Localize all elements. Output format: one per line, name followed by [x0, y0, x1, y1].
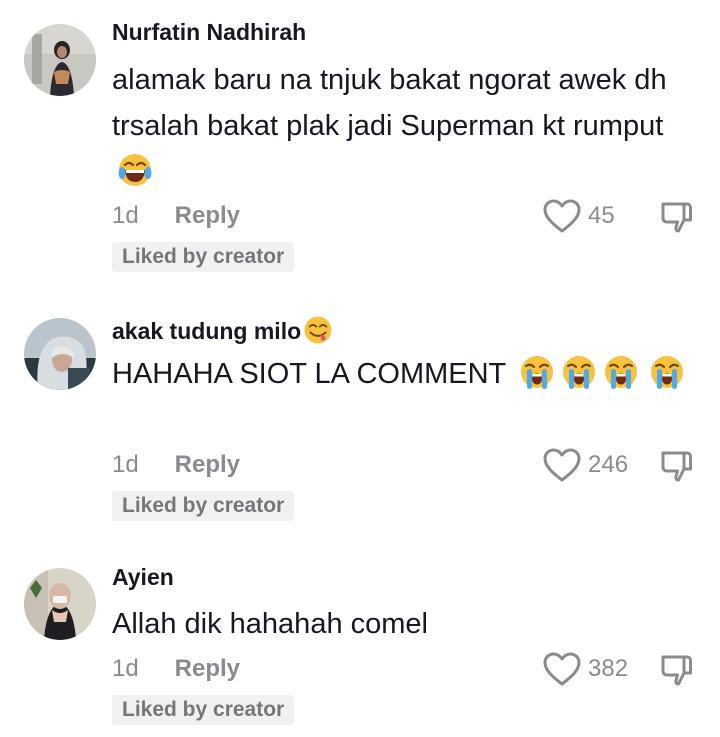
comment-text: HAHAHA SIOT LA COMMENT — [112, 351, 687, 397]
like-button[interactable]: 45 — [542, 198, 615, 234]
like-button[interactable]: 382 — [542, 651, 628, 687]
avatar[interactable] — [24, 318, 96, 390]
heart-outline-icon — [542, 198, 582, 234]
like-button[interactable]: 246 — [542, 447, 628, 483]
dislike-button[interactable] — [658, 651, 696, 689]
comment-time: 1d — [112, 655, 139, 682]
dislike-button[interactable] — [658, 447, 696, 485]
liked-by-creator-badge: Liked by creator — [112, 491, 295, 521]
heart-outline-icon — [542, 447, 582, 483]
comment-time: 1d — [112, 451, 139, 478]
thumbs-down-outline-icon — [658, 447, 696, 485]
avatar[interactable] — [24, 568, 96, 640]
loudly-crying-face-icon — [518, 353, 556, 391]
comment-text: Allah dik hahahah comel — [112, 608, 428, 640]
like-count: 246 — [588, 451, 629, 478]
avatar[interactable] — [24, 24, 96, 96]
comment-time: 1d — [112, 202, 139, 229]
reply-button[interactable]: Reply — [175, 655, 240, 682]
liked-by-creator-badge: Liked by creator — [112, 695, 295, 725]
reply-button[interactable]: Reply — [175, 202, 240, 229]
face-with-tears-of-joy-icon — [116, 151, 154, 189]
comment-meta: 1d Reply — [112, 655, 240, 683]
comment-username[interactable]: Nurfatin Nadhirah — [112, 19, 306, 46]
loudly-crying-face-icon — [560, 353, 598, 391]
loudly-crying-face-icon — [648, 353, 686, 391]
reply-button[interactable]: Reply — [175, 451, 240, 478]
loudly-crying-face-icon — [602, 353, 640, 391]
comment-meta: 1d Reply — [112, 202, 240, 230]
thumbs-down-outline-icon — [658, 651, 696, 689]
like-count: 382 — [588, 655, 629, 682]
like-count: 45 — [588, 202, 615, 229]
thumbs-down-outline-icon — [658, 198, 696, 236]
liked-by-creator-badge: Liked by creator — [112, 242, 295, 272]
dislike-button[interactable] — [658, 198, 696, 236]
comment-text: alamak baru na tnjuk bakat ngorat awek d… — [112, 57, 687, 195]
comment-username[interactable]: akak tudung milo — [112, 314, 334, 346]
comment-username[interactable]: Ayien — [112, 564, 174, 591]
heart-outline-icon — [542, 651, 582, 687]
face-savoring-food-icon — [302, 314, 334, 346]
comment-meta: 1d Reply — [112, 451, 240, 479]
